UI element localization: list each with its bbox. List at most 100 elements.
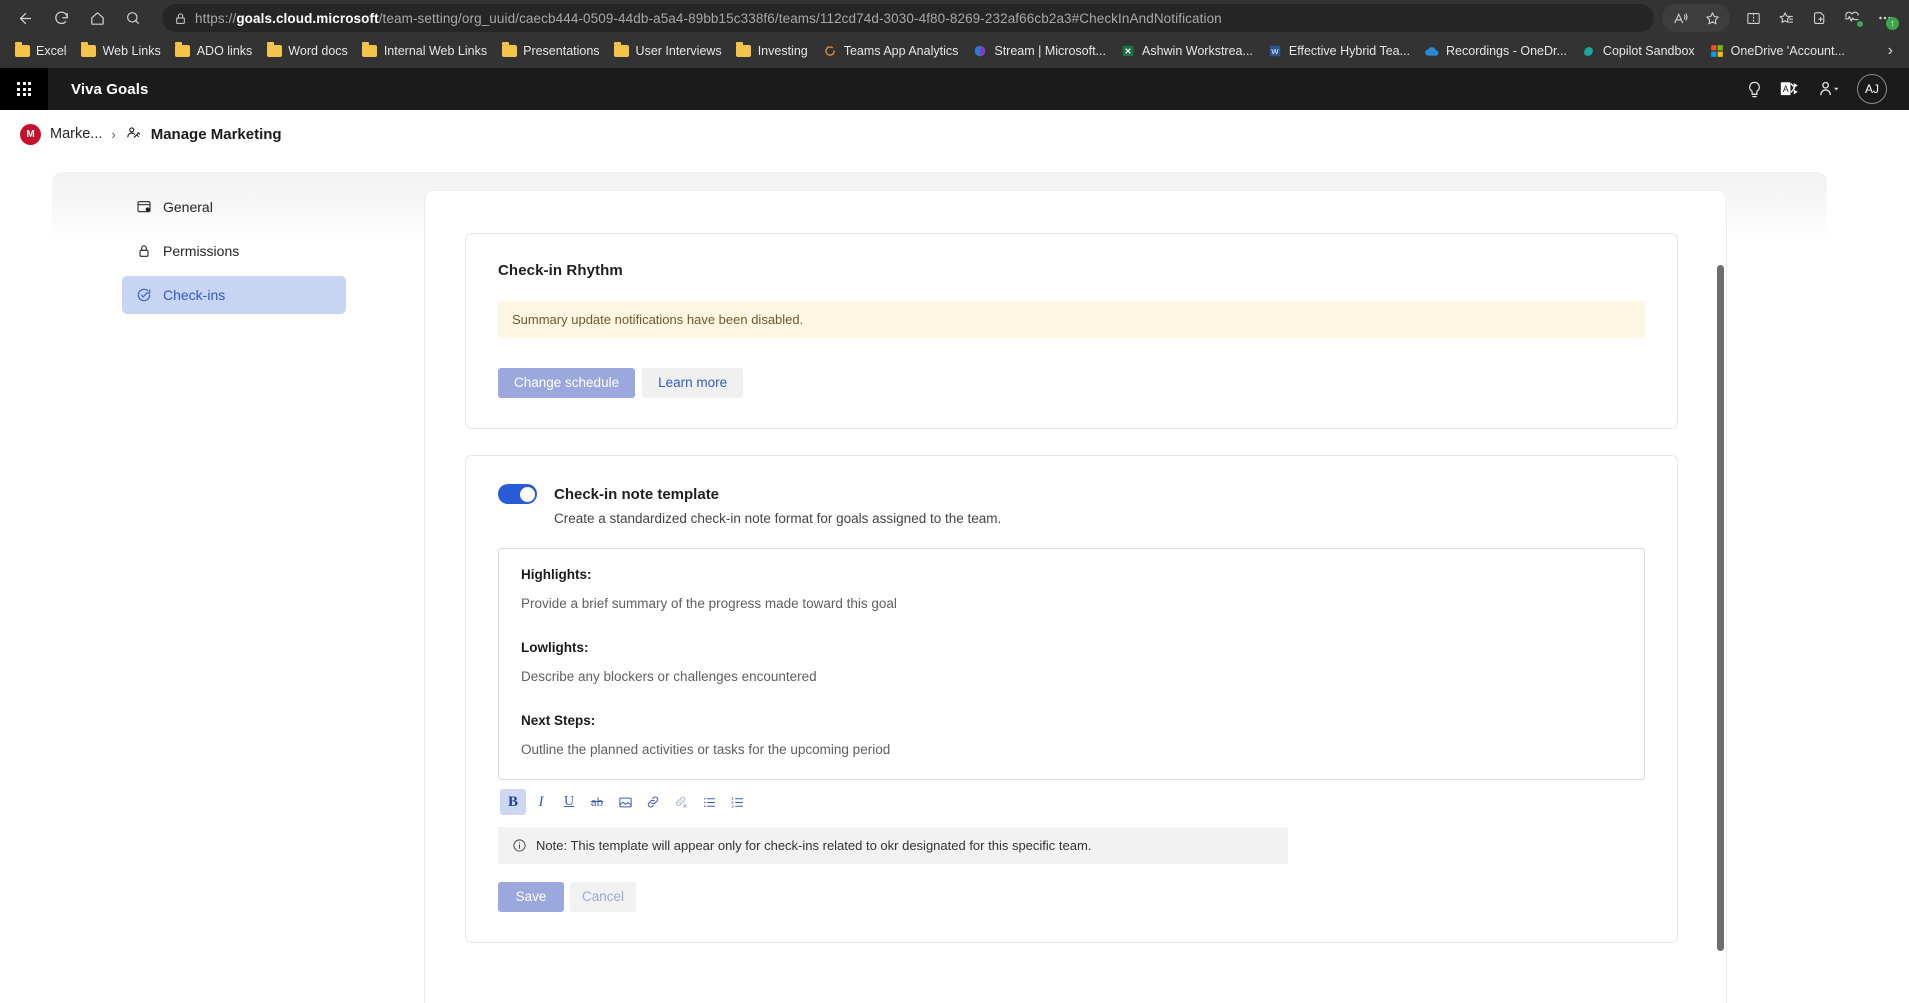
italic-glyph: I xyxy=(538,793,544,810)
underline-glyph: U xyxy=(563,794,575,809)
underline-icon[interactable]: U xyxy=(556,789,582,815)
bookmark-item[interactable]: User Interviews xyxy=(607,40,729,62)
image-icon[interactable] xyxy=(612,789,638,815)
bookmark-label: Internal Web Links xyxy=(383,44,488,58)
chrome-icon-group xyxy=(1662,4,1730,32)
collections-icon[interactable] xyxy=(1770,4,1802,32)
settings-scroll-region: Check-in Rhythm Summary update notificat… xyxy=(425,191,1726,943)
numbered-list-icon[interactable]: 123 xyxy=(724,789,750,815)
translate-icon[interactable]: A xyxy=(1780,80,1801,99)
bookmark-item[interactable]: W Effective Hybrid Tea... xyxy=(1260,40,1417,62)
bookmark-item[interactable]: Word docs xyxy=(259,40,355,62)
template-subtitle: Create a standardized check-in note form… xyxy=(554,511,1002,526)
folder-icon xyxy=(736,42,752,59)
essentials-status-dot xyxy=(1856,20,1864,28)
folder-icon xyxy=(614,42,630,59)
breadcrumb-team-link[interactable]: Marke... xyxy=(50,126,102,142)
split-screen-icon[interactable] xyxy=(1737,4,1769,32)
sidebar-item-permissions[interactable]: Permissions xyxy=(122,232,346,270)
bold-icon[interactable]: B xyxy=(500,789,526,815)
bookmarks-overflow-chevron-icon[interactable]: › xyxy=(1879,39,1902,63)
panel-scrollbar-thumb[interactable] xyxy=(1717,265,1724,951)
learn-more-button[interactable]: Learn more xyxy=(642,368,744,398)
bookmark-item[interactable]: Investing xyxy=(729,40,815,62)
lightbulb-icon[interactable] xyxy=(1745,80,1764,99)
app-header: Viva Goals A AJ xyxy=(0,68,1909,110)
bookmark-label: Presentations xyxy=(523,44,600,58)
avatar[interactable]: AJ xyxy=(1857,74,1887,104)
unlink-icon[interactable] xyxy=(668,789,694,815)
editor-format-toolbar: B I U ab 1 2 3 xyxy=(500,789,1645,815)
excel-icon xyxy=(1120,43,1136,59)
bookmark-item[interactable]: ADO links xyxy=(168,40,260,62)
bookmark-item[interactable]: Excel xyxy=(7,40,74,62)
home-icon[interactable] xyxy=(80,3,114,33)
address-bar[interactable]: https://goals.cloud.microsoft/team-setti… xyxy=(162,4,1654,32)
bookmark-label: Copilot Sandbox xyxy=(1602,44,1695,58)
bookmark-item[interactable]: Stream | Microsoft... xyxy=(965,40,1113,62)
cancel-button[interactable]: Cancel xyxy=(570,882,636,912)
sidebar-item-check-ins[interactable]: Check-ins xyxy=(122,276,346,314)
bookmark-item[interactable]: Web Links xyxy=(74,40,168,62)
bookmark-item[interactable]: Teams App Analytics xyxy=(815,40,966,62)
template-scope-note: Note: This template will appear only for… xyxy=(498,827,1288,864)
change-schedule-button[interactable]: Change schedule xyxy=(498,368,636,398)
bookmark-item[interactable]: Presentations xyxy=(494,40,606,62)
back-arrow-icon[interactable] xyxy=(8,3,42,33)
page-body: General Permissions Check-ins Check-in R… xyxy=(0,158,1909,1003)
sidebar-item-general[interactable]: General xyxy=(122,188,346,226)
person-chevron-icon[interactable] xyxy=(1817,80,1841,99)
folder-icon xyxy=(501,42,517,59)
bookmark-label: Stream | Microsoft... xyxy=(994,44,1106,58)
bookmark-item[interactable]: Recordings - OneDr... xyxy=(1417,40,1574,62)
template-title: Check-in note template xyxy=(554,485,720,503)
copilot-icon xyxy=(1581,43,1597,59)
strikethrough-icon[interactable]: ab xyxy=(584,789,610,815)
app-launcher-icon[interactable] xyxy=(0,68,48,110)
bookmark-item[interactable]: Copilot Sandbox xyxy=(1574,40,1702,62)
add-to-collection-icon[interactable] xyxy=(1803,4,1835,32)
bulleted-list-icon[interactable] xyxy=(696,789,722,815)
manage-team-icon xyxy=(125,126,142,143)
bookmark-label: Recordings - OneDr... xyxy=(1446,44,1567,58)
sidebar-item-label: Check-ins xyxy=(163,287,226,303)
editor-body: Outline the planned activities or tasks … xyxy=(521,742,891,757)
read-aloud-icon[interactable] xyxy=(1664,4,1696,32)
app-title: Viva Goals xyxy=(71,80,149,98)
app-header-actions: A AJ xyxy=(1745,74,1909,104)
rhythm-button-row: Change schedule Learn more xyxy=(498,368,1645,398)
link-icon[interactable] xyxy=(640,789,666,815)
refresh-icon[interactable] xyxy=(44,3,78,33)
breadcrumb-separator-icon: › xyxy=(111,126,116,142)
bookmark-label: Effective Hybrid Tea... xyxy=(1288,44,1411,58)
general-settings-icon xyxy=(136,199,152,215)
favorite-star-icon[interactable] xyxy=(1696,4,1728,32)
notification-disabled-alert: Summary update notifications have been d… xyxy=(498,301,1645,338)
microsoft-icon xyxy=(1709,43,1725,59)
panel-scrollbar[interactable] xyxy=(1714,191,1726,1003)
bookmark-label: User Interviews xyxy=(635,44,722,58)
url-scheme: https:// xyxy=(195,10,237,26)
stream-icon xyxy=(972,43,988,59)
check-in-note-template-toggle[interactable] xyxy=(498,484,537,504)
search-icon[interactable] xyxy=(116,3,150,33)
save-button[interactable]: Save xyxy=(498,882,564,912)
bookmark-item[interactable]: OneDrive 'Account... xyxy=(1702,40,1852,62)
bookmark-item[interactable]: Ashwin Workstrea... xyxy=(1113,40,1260,62)
editor-heading: Lowlights: xyxy=(521,640,589,655)
editor-heading: Next Steps: xyxy=(521,713,596,728)
template-scope-note-text: Note: This template will appear only for… xyxy=(536,838,1092,853)
bookmark-label: Investing xyxy=(757,44,808,58)
browser-essentials-icon[interactable] xyxy=(1836,4,1868,32)
settings-more-icon[interactable]: ↑ xyxy=(1869,4,1901,32)
svg-text:3: 3 xyxy=(731,804,734,809)
italic-icon[interactable]: I xyxy=(528,789,554,815)
svg-text:W: W xyxy=(1271,47,1279,56)
template-rich-text-editor[interactable]: Highlights: Provide a brief summary of t… xyxy=(498,548,1645,780)
editor-body: Provide a brief summary of the progress … xyxy=(521,596,897,611)
word-icon: W xyxy=(1267,43,1283,59)
bookmark-item[interactable]: Internal Web Links xyxy=(355,40,494,62)
svg-text:A: A xyxy=(1783,83,1789,93)
folder-icon xyxy=(362,42,378,59)
update-badge-icon: ↑ xyxy=(1886,17,1899,30)
